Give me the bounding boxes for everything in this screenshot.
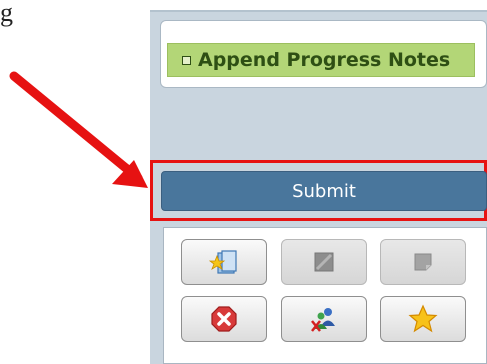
users-remove-icon	[311, 308, 335, 332]
append-progress-notes-label: Append Progress Notes	[198, 49, 451, 71]
cancel-button[interactable]	[181, 296, 267, 342]
bullet-icon	[182, 55, 191, 65]
edit-square-icon	[314, 252, 334, 272]
remove-users-button[interactable]	[281, 296, 367, 342]
favorite-button[interactable]	[380, 296, 466, 342]
submit-button[interactable]: Submit	[161, 171, 487, 211]
panel-border	[150, 10, 487, 12]
annotation-arrow-icon	[9, 71, 148, 188]
folder-star-icon	[209, 250, 237, 274]
note-icon	[414, 253, 432, 271]
clipped-text-fragment: g	[0, 0, 13, 27]
append-progress-notes-item[interactable]: Append Progress Notes	[167, 43, 475, 77]
toolbar-panel	[163, 227, 487, 364]
cancel-icon	[211, 306, 237, 332]
star-icon	[408, 304, 438, 333]
actions-box: Append Progress Notes	[160, 20, 487, 88]
note-button[interactable]	[380, 239, 466, 285]
folder-favorite-button[interactable]	[181, 239, 267, 285]
edit-button[interactable]	[281, 239, 367, 285]
